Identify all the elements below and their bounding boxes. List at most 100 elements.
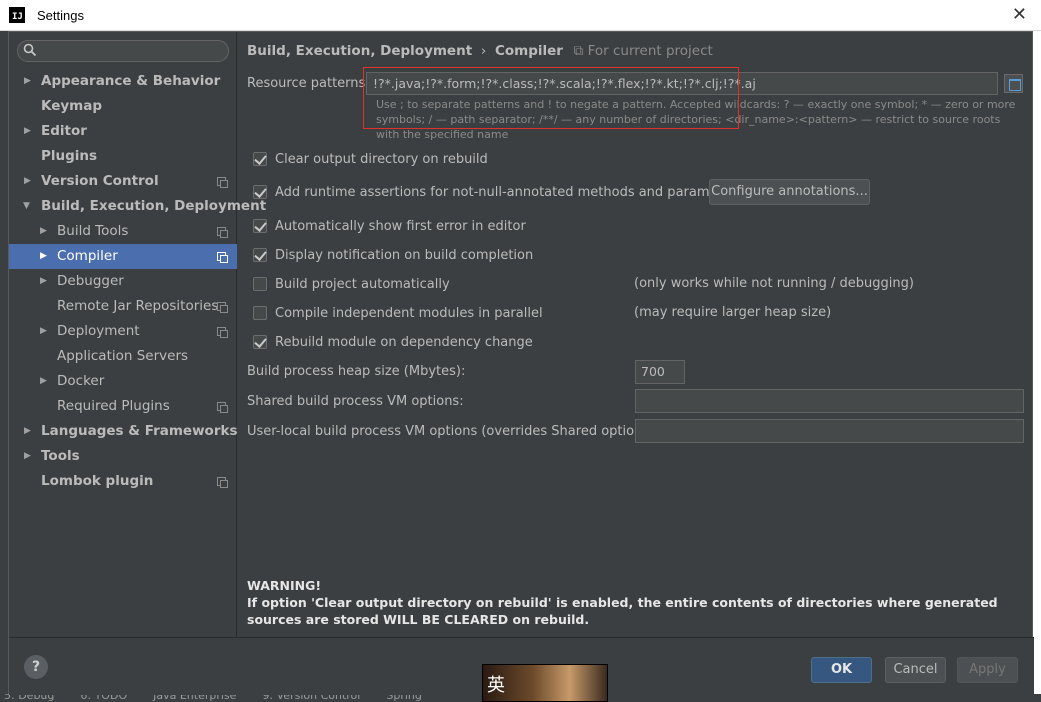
window-title: Settings	[37, 7, 84, 23]
apply-button[interactable]: Apply	[957, 657, 1018, 683]
heap-size-input[interactable]: 700	[635, 360, 685, 384]
background-tab[interactable]: 6: TODO	[80, 694, 127, 702]
user-vm-options-label: User-local build process VM options (ove…	[247, 424, 659, 439]
ok-button[interactable]: OK	[811, 657, 872, 683]
resource-patterns-hint: Use ; to separate patterns and ! to nega…	[376, 98, 1016, 141]
option-note: (may require larger heap size)	[634, 305, 832, 320]
background-tab[interactable]: 9: Version Control	[262, 694, 360, 702]
background-tab[interactable]: Java Enterprise	[153, 694, 236, 702]
chevron-right-icon[interactable]: ▶	[40, 219, 47, 244]
checkbox-checked[interactable]	[253, 335, 267, 349]
sidebar-item-compiler[interactable]: ▶ Compiler	[9, 244, 237, 269]
chevron-right-icon[interactable]: ▶	[40, 269, 47, 294]
warning-title: WARNING!	[247, 578, 322, 593]
background-tab[interactable]: Spring	[386, 694, 422, 702]
project-scope-icon	[217, 402, 228, 413]
overlay-image-thumbnail: 英	[482, 664, 608, 702]
project-scope-icon	[217, 327, 228, 338]
option-parallel-compile[interactable]: Compile independent modules in parallel	[253, 303, 543, 323]
sidebar-item-editor[interactable]: ▶ Editor	[9, 119, 237, 144]
configure-annotations-button[interactable]: Configure annotations...	[709, 179, 870, 205]
expand-field-icon[interactable]	[1004, 74, 1023, 93]
sidebar-item-label: Lombok plugin	[41, 473, 154, 489]
help-icon[interactable]: ?	[24, 655, 48, 679]
project-scope-text: For current project	[587, 43, 713, 59]
chevron-right-icon[interactable]: ▶	[40, 369, 47, 394]
background-ide-left	[0, 30, 8, 702]
intellij-app-icon: IJ	[9, 7, 25, 23]
checkbox-checked[interactable]	[253, 152, 267, 166]
sidebar-item-label: Build, Execution, Deployment	[41, 198, 267, 214]
project-scope-icon	[217, 177, 228, 188]
resource-patterns-input[interactable]: !?*.java;!?*.form;!?*.class;!?*.scala;!?…	[366, 72, 998, 95]
checkbox-checked[interactable]	[253, 219, 267, 233]
chevron-right-icon[interactable]: ▶	[24, 444, 31, 469]
cancel-button[interactable]: Cancel	[885, 657, 946, 683]
sidebar-item-languages-frameworks[interactable]: ▶ Languages & Frameworks	[9, 419, 238, 444]
option-label: Build project automatically	[275, 276, 450, 292]
compiler-settings-panel: Build, Execution, Deployment › Compiler …	[238, 32, 1034, 637]
option-clear-output[interactable]: Clear output directory on rebuild	[253, 149, 488, 169]
sidebar-item-required-plugins[interactable]: Required Plugins	[9, 394, 237, 419]
chevron-right-icon[interactable]: ▶	[24, 69, 31, 94]
sidebar-item-lombok-plugin[interactable]: Lombok plugin	[9, 469, 237, 494]
checkbox-unchecked[interactable]	[253, 306, 267, 320]
sidebar-item-debugger[interactable]: ▶ Debugger	[9, 269, 237, 294]
sidebar-item-label: Appearance & Behavior	[41, 73, 221, 89]
option-label: Clear output directory on rebuild	[275, 151, 488, 167]
option-label: Add runtime assertions for not-null-anno…	[275, 184, 743, 200]
chevron-right-icon[interactable]: ▶	[24, 119, 31, 144]
chevron-right-icon[interactable]: ▶	[40, 244, 47, 269]
sidebar-item-label: Remote Jar Repositories	[57, 298, 219, 314]
option-label: Display notification on build completion	[275, 247, 534, 263]
sidebar-item-label: Plugins	[41, 148, 98, 164]
sidebar-item-keymap[interactable]: Keymap	[9, 94, 237, 119]
sidebar-item-label: Languages & Frameworks	[41, 423, 238, 439]
sidebar-item-tools[interactable]: ▶ Tools	[9, 444, 237, 469]
sidebar-item-application-servers[interactable]: Application Servers	[9, 344, 237, 369]
project-scope-icon	[217, 302, 228, 313]
sidebar-item-docker[interactable]: ▶ Docker	[9, 369, 237, 394]
chevron-right-icon[interactable]: ▶	[24, 419, 31, 444]
settings-tree: ▶ Appearance & Behavior Keymap ▶ Editor …	[9, 69, 266, 494]
sidebar-item-build-execution-deployment[interactable]: ▼ Build, Execution, Deployment	[9, 194, 266, 219]
option-build-automatically[interactable]: Build project automatically	[253, 274, 450, 294]
sidebar-item-plugins[interactable]: Plugins	[9, 144, 237, 169]
sidebar-item-label: Keymap	[41, 98, 103, 114]
shared-vm-options-input[interactable]	[635, 389, 1024, 413]
sidebar-item-build-tools[interactable]: ▶ Build Tools	[9, 219, 237, 244]
chevron-right-icon[interactable]: ▶	[40, 319, 47, 344]
sidebar-item-label: Docker	[57, 373, 105, 389]
settings-sidebar: ▶ Appearance & Behavior Keymap ▶ Editor …	[9, 32, 266, 637]
background-tab[interactable]: 5: Debug	[4, 694, 54, 702]
option-show-first-error[interactable]: Automatically show first error in editor	[253, 216, 526, 236]
option-runtime-assertions[interactable]: Add runtime assertions for not-null-anno…	[253, 182, 743, 202]
sidebar-item-label: Editor	[41, 123, 87, 139]
sidebar-item-label: Version Control	[41, 173, 159, 189]
breadcrumb-separator: ›	[480, 43, 487, 59]
warning-message: WARNING! If option 'Clear output directo…	[247, 577, 1027, 628]
sidebar-item-remote-jar-repositories[interactable]: Remote Jar Repositories	[9, 294, 237, 319]
chevron-down-icon[interactable]: ▼	[23, 194, 30, 219]
sidebar-item-label: Build Tools	[57, 223, 129, 239]
sidebar-item-label: Tools	[41, 448, 80, 464]
search-input[interactable]	[17, 40, 229, 62]
option-label: Rebuild module on dependency change	[275, 334, 533, 350]
checkbox-unchecked[interactable]	[253, 277, 267, 291]
option-build-notification[interactable]: Display notification on build completion	[253, 245, 533, 265]
user-vm-options-input[interactable]	[635, 419, 1024, 443]
chevron-right-icon[interactable]: ▶	[24, 169, 31, 194]
option-rebuild-on-dependency[interactable]: Rebuild module on dependency change	[253, 332, 533, 352]
sidebar-item-appearance[interactable]: ▶ Appearance & Behavior	[9, 69, 237, 94]
close-icon[interactable]: ✕	[1012, 5, 1027, 25]
sidebar-item-label: Required Plugins	[57, 398, 170, 414]
checkbox-checked[interactable]	[253, 185, 267, 199]
checkbox-checked[interactable]	[253, 248, 267, 262]
warning-body: If option 'Clear output directory on reb…	[247, 595, 998, 627]
sidebar-item-deployment[interactable]: ▶ Deployment	[9, 319, 237, 344]
shared-vm-options-label: Shared build process VM options:	[247, 394, 464, 409]
sidebar-item-version-control[interactable]: ▶ Version Control	[9, 169, 237, 194]
resource-patterns-label: Resource patterns:	[247, 76, 370, 91]
sidebar-item-label: Compiler	[57, 248, 118, 264]
project-scope-icon	[217, 252, 228, 263]
